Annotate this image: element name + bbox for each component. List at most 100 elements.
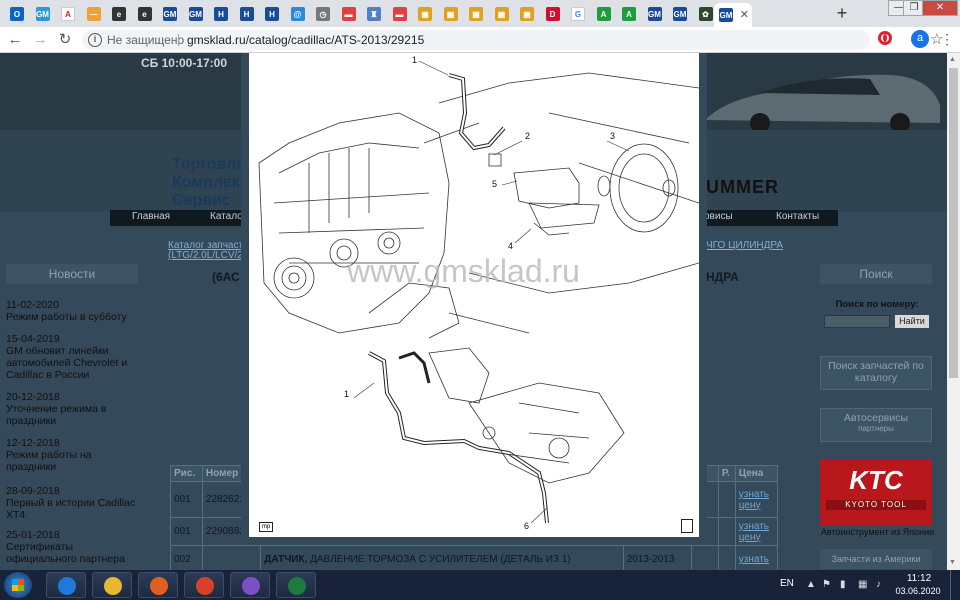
show-desktop-button[interactable]	[950, 570, 960, 600]
news-text[interactable]: Режим работы в субботу	[6, 311, 140, 323]
tray-expand-icon[interactable]: ▲	[806, 579, 816, 590]
news-item[interactable]: 12-12-2018 Режим работы на праздники	[6, 437, 140, 473]
news-item[interactable]: 25-01-2018 Сертификаты официального партн…	[6, 529, 140, 565]
browser-tab[interactable]: GM	[184, 3, 208, 25]
taskbar-app[interactable]	[276, 572, 316, 598]
taskbar-app[interactable]	[184, 572, 224, 598]
browser-tab[interactable]: D	[541, 3, 565, 25]
breadcrumb[interactable]: (LTG/2.0L/LCV/2.	[168, 250, 246, 261]
nav-item-contacts[interactable]: Контакты	[776, 211, 819, 222]
browser-tab[interactable]: GM	[158, 3, 182, 25]
browser-tab[interactable]: A	[617, 3, 641, 25]
browser-tab[interactable]: A	[592, 3, 616, 25]
clock-date[interactable]: 03.06.2020	[894, 586, 942, 596]
news-item[interactable]: 11-02-2020 Режим работы в субботу	[6, 299, 140, 323]
nav-item-home[interactable]: Главная	[132, 211, 170, 222]
a-green-icon: A	[622, 7, 636, 21]
table-row: 002 ДАТЧИК, ДАВЛЕНИЕ ТОРМОЗА С УСИЛИТЕЛЕ…	[170, 545, 779, 570]
browser-tab[interactable]: ◷	[311, 3, 335, 25]
news-text[interactable]: Режим работы на праздники	[6, 449, 140, 473]
menu-icon[interactable]: ⋮	[940, 30, 954, 48]
browser-tab[interactable]: ▦	[464, 3, 488, 25]
callout-label: 5	[492, 179, 498, 189]
america-parts-link[interactable]: Запчасти из Америки	[820, 549, 932, 569]
tab-active[interactable]: GM ✕	[714, 3, 752, 27]
close-window-icon[interactable]: ✕	[922, 0, 958, 16]
language-indicator[interactable]: EN	[780, 578, 794, 589]
ktc-caption[interactable]: Автоинструмент из Японии	[820, 527, 935, 537]
clock-time[interactable]: 11:12	[898, 573, 940, 584]
parts-diagram[interactable]: www.gmsklad.ru 1 2 3 5 4 1 6 mp	[249, 53, 699, 537]
browser-tab[interactable]: GM	[643, 3, 667, 25]
part-number-input[interactable]	[824, 315, 890, 328]
search-button[interactable]: Найти	[895, 315, 929, 328]
browser-tab[interactable]: H	[260, 3, 284, 25]
catalog-search-button[interactable]: Поиск запчастей по каталогу	[820, 356, 932, 390]
browser-tab[interactable]: ▦	[490, 3, 514, 25]
table-cell	[690, 545, 719, 570]
flag-icon[interactable]: ⚑	[822, 579, 831, 590]
browser-tab[interactable]: ♜	[362, 3, 386, 25]
reload-icon[interactable]: ↻	[55, 30, 75, 50]
info-icon[interactable]: i	[88, 33, 102, 47]
browser-tab[interactable]: @	[286, 3, 310, 25]
browser-tab[interactable]: GM	[668, 3, 692, 25]
price-link[interactable]: узнать цену	[734, 481, 779, 518]
scrollbar-thumb[interactable]	[949, 68, 958, 378]
ktc-subtitle: KYOTO TOOL	[826, 500, 926, 510]
browser-tab[interactable]: A	[56, 3, 80, 25]
news-text[interactable]: Сертификаты официального партнера	[6, 541, 140, 565]
ecat-icon: e	[137, 7, 152, 21]
browser-tab[interactable]: H	[209, 3, 233, 25]
start-button[interactable]	[4, 572, 32, 598]
browser-tab[interactable]: e	[133, 3, 157, 25]
forward-icon[interactable]: →	[30, 30, 50, 50]
battery-icon[interactable]: ▮	[840, 579, 846, 590]
browser-tab[interactable]: —	[82, 3, 106, 25]
browser-tab[interactable]: e	[107, 3, 131, 25]
ktc-banner[interactable]: KTC KYOTO TOOL	[820, 460, 932, 526]
news-text[interactable]: GM обновит линейки автомобилей Chevrolet…	[6, 345, 140, 381]
scroll-down-icon[interactable]: ▼	[949, 559, 956, 566]
network-icon[interactable]: ▦	[858, 579, 867, 590]
autoservice-subtitle: партнеры	[858, 424, 894, 433]
browser-tab[interactable]: GM	[31, 3, 55, 25]
car-image	[705, 74, 940, 133]
taskbar-app[interactable]	[46, 572, 86, 598]
browser-tab[interactable]: O	[5, 3, 29, 25]
new-tab-button[interactable]: +	[832, 3, 852, 23]
price-link[interactable]: узнать	[734, 545, 779, 570]
address-bar[interactable]: i Не защищено gmsklad.ru/catalog/cadilla…	[82, 30, 943, 50]
nav-item-services[interactable]: рвисы	[704, 211, 733, 222]
news-text[interactable]: Уточнение режима в праздники	[6, 403, 140, 427]
gift-icon: ▦	[520, 7, 534, 21]
profile-avatar[interactable]: a	[911, 30, 929, 48]
taskbar-app[interactable]	[138, 572, 178, 598]
price-link[interactable]: узнать цену	[734, 517, 779, 546]
page-scrollbar[interactable]: ▲ ▼	[947, 53, 960, 570]
taskbar-app[interactable]	[92, 572, 132, 598]
news-item[interactable]: 15-04-2019 GM обновит линейки автомобилей…	[6, 333, 140, 381]
browser-tab[interactable]: ▦	[413, 3, 437, 25]
news-text[interactable]: Первый в истории Cadillac XT4	[6, 497, 140, 521]
browser-tab[interactable]: G	[566, 3, 590, 25]
browser-tab[interactable]: ▦	[515, 3, 539, 25]
browser-tab[interactable]: H	[235, 3, 259, 25]
browser-tab[interactable]: ▬	[337, 3, 361, 25]
volume-icon[interactable]: ♪	[876, 579, 881, 590]
browser-tab[interactable]: ▬	[388, 3, 412, 25]
autoservice-button[interactable]: Автосервисы партнеры	[820, 408, 932, 442]
opera-extension-icon[interactable]	[878, 31, 892, 45]
news-item[interactable]: 20-12-2018 Уточнение режима в праздники	[6, 391, 140, 427]
taskbar-app[interactable]	[230, 572, 270, 598]
security-indicator[interactable]: Не защищено	[107, 33, 184, 47]
news-item[interactable]: 28-09-2018 Первый в истории Cadillac XT4	[6, 485, 140, 521]
back-icon[interactable]: ←	[5, 30, 25, 50]
breadcrumb[interactable]: ЧГО ЦИЛИНДРА	[706, 240, 783, 251]
table-cell: ДАТЧИК, ДАВЛЕНИЕ ТОРМОЗА С УСИЛИТЕЛЕМ (Д…	[260, 545, 624, 570]
browser-tab[interactable]: ▦	[439, 3, 463, 25]
scroll-up-icon[interactable]: ▲	[949, 56, 956, 63]
close-tab-icon[interactable]: ✕	[740, 8, 749, 21]
nav-item-catalog[interactable]: Катало	[210, 211, 243, 222]
url-text[interactable]: gmsklad.ru/catalog/cadillac/ATS-2013/292…	[187, 33, 424, 47]
